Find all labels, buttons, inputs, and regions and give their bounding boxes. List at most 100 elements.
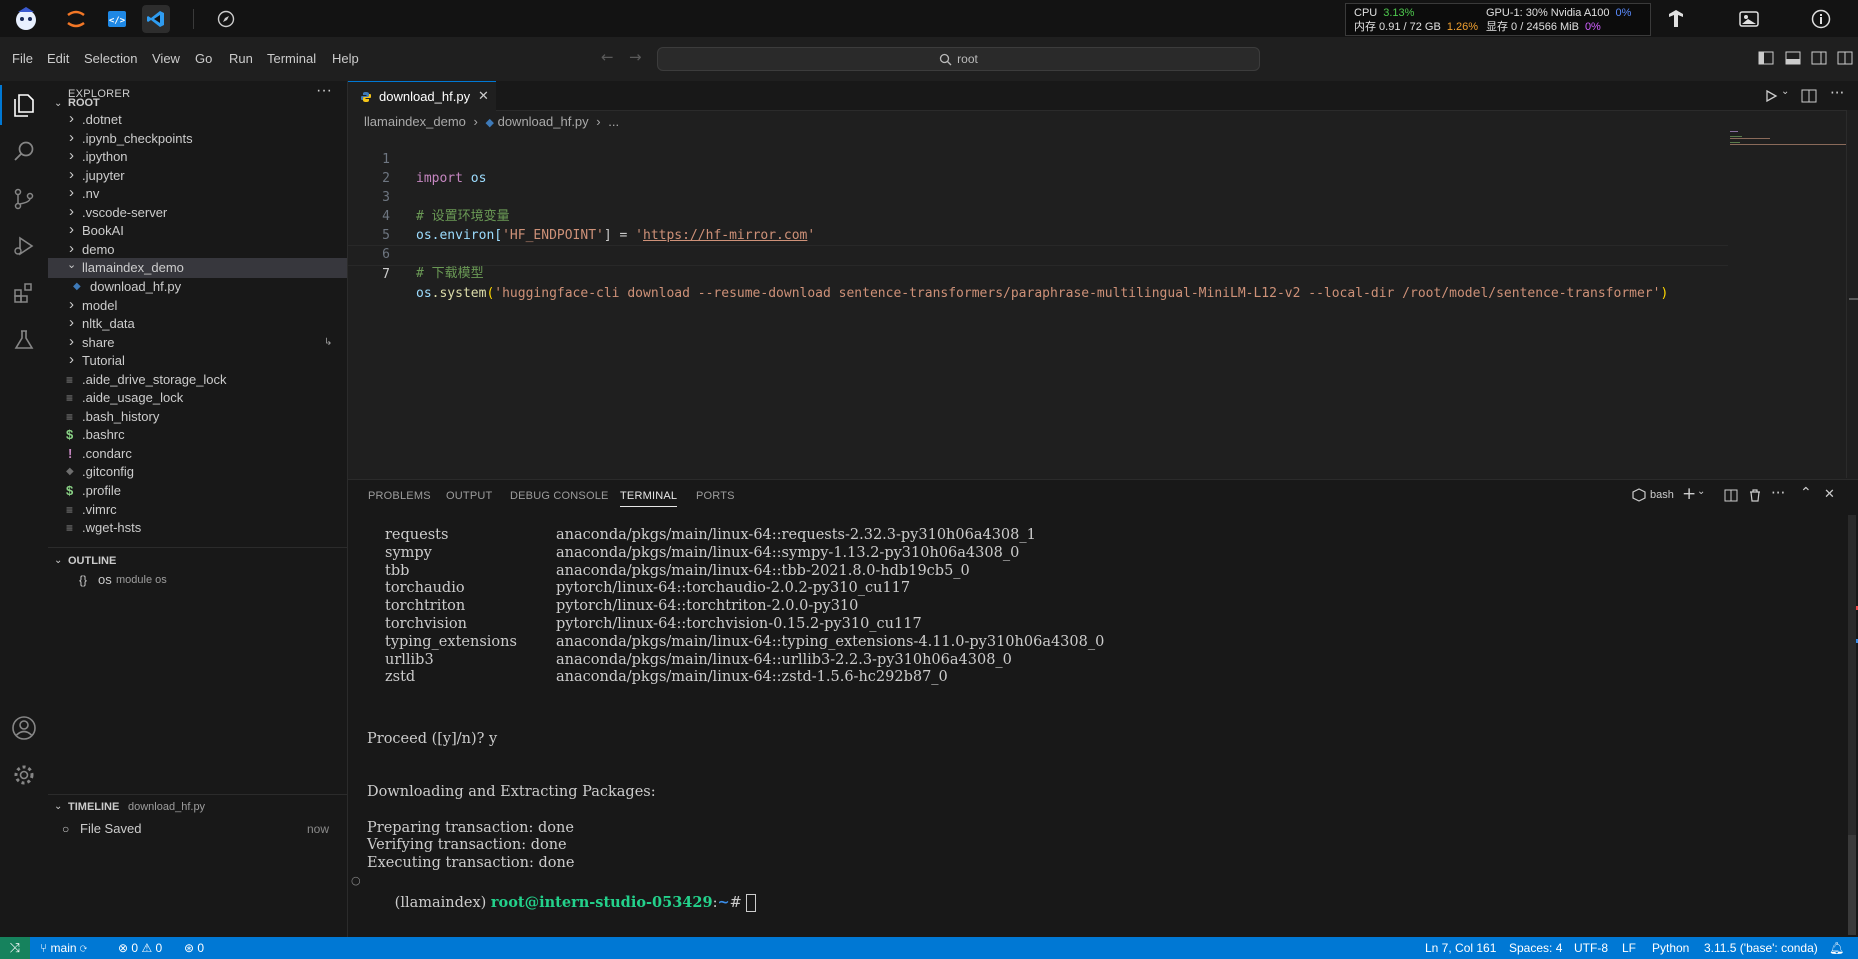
split-editor-icon[interactable] [1801, 89, 1817, 103]
chevron-right-icon: › [69, 128, 74, 146]
language-mode[interactable]: Python [1652, 941, 1689, 955]
ports-status[interactable]: ⊛ 0 [184, 941, 204, 955]
new-terminal-plus-icon[interactable]: + [1682, 484, 1696, 504]
toggle-panel-icon[interactable] [1785, 51, 1801, 65]
tree-item[interactable]: › demo [48, 240, 347, 260]
nav-forward-icon[interactable]: → [629, 48, 642, 66]
split-terminal-icon[interactable] [1724, 489, 1738, 502]
indentation[interactable]: Spaces: 4 [1509, 941, 1562, 955]
tree-item[interactable]: ◆ download_hf.py [48, 277, 347, 297]
terminal-scrollbar[interactable] [1846, 510, 1858, 938]
info-icon[interactable] [1807, 5, 1835, 33]
image-settings-icon[interactable] [1735, 5, 1763, 33]
toggle-primary-sidebar-icon[interactable] [1758, 51, 1774, 65]
outline-item-os[interactable]: {} os module os [48, 569, 347, 591]
trash-icon[interactable] [1749, 489, 1761, 502]
minimap[interactable] [1730, 131, 1846, 161]
remote-indicator-icon[interactable]: ⤨ [0, 937, 30, 959]
source-control-icon[interactable] [10, 185, 38, 213]
maximize-panel-chevron-up-icon[interactable]: ⌃ [1800, 485, 1812, 501]
tab-ports[interactable]: PORTS [696, 490, 735, 502]
menu-help[interactable]: Help [332, 51, 359, 66]
tree-item[interactable]: $ .bashrc [48, 425, 347, 445]
tree-item[interactable]: › .dotnet [48, 110, 347, 130]
tree-item[interactable]: › share ↳ [48, 333, 347, 353]
terminal-output[interactable]: requests anaconda/pkgs/main/linux-64::req… [348, 525, 1848, 938]
tab-output[interactable]: OUTPUT [446, 490, 492, 502]
terminal-line: Proceed ([y]/n)? y [367, 731, 498, 747]
tree-item[interactable]: ≡ .vimrc [48, 500, 347, 520]
tree-item[interactable]: › BookAI [48, 221, 347, 241]
explorer-icon[interactable] [10, 91, 38, 119]
compass-icon[interactable] [212, 5, 240, 33]
tensorflow-icon[interactable] [1662, 5, 1690, 33]
mascot-logo-icon[interactable] [12, 5, 40, 33]
jupyter-icon[interactable] [62, 5, 90, 33]
code-link[interactable]: https://hf-mirror.com [643, 228, 807, 243]
search-icon[interactable] [10, 138, 38, 166]
settings-gear-icon[interactable] [10, 761, 38, 789]
notifications-bell-icon[interactable]: 🔔︎ [1829, 941, 1844, 955]
tab-problems[interactable]: PROBLEMS [368, 490, 431, 502]
tree-item[interactable]: ≡ .aide_drive_storage_lock [48, 370, 347, 390]
code-editor-icon[interactable]: </> [103, 5, 131, 33]
menu-terminal[interactable]: Terminal [267, 51, 316, 66]
menu-edit[interactable]: Edit [47, 51, 69, 66]
timeline-entry[interactable]: ○ File Saved now [48, 818, 347, 840]
tree-item[interactable]: $ .profile [48, 481, 347, 501]
extensions-icon[interactable] [10, 279, 38, 307]
tree-item[interactable]: › nltk_data [48, 314, 347, 334]
chevron-right-icon: › [69, 295, 74, 313]
customize-layout-icon[interactable] [1837, 51, 1853, 65]
menu-run[interactable]: Run [229, 51, 253, 66]
tree-item[interactable]: › model [48, 296, 347, 316]
toggle-secondary-sidebar-icon[interactable] [1811, 51, 1827, 65]
encoding[interactable]: UTF-8 [1574, 941, 1608, 955]
accounts-icon[interactable] [10, 714, 38, 742]
close-panel-icon[interactable]: ✕ [1824, 487, 1835, 502]
tree-item[interactable]: › .ipython [48, 147, 347, 167]
tree-item-label: .ipython [82, 149, 128, 165]
tab-download-hf-py[interactable]: download_hf.py ✕ [348, 81, 496, 112]
tab-terminal[interactable]: TERMINAL [620, 490, 678, 507]
code-editor[interactable]: 1 import os 2 3 # 设置环境变量 4 os.environ['H… [348, 131, 1728, 301]
close-tab-icon[interactable]: ✕ [478, 88, 489, 104]
menu-go[interactable]: Go [195, 51, 212, 66]
more-actions-icon[interactable]: ··· [1771, 484, 1785, 502]
timeline-header[interactable]: ⌄ TIMELINE download_hf.py [48, 796, 347, 818]
branch-status[interactable]: ⑂ main ⟳ [40, 941, 87, 955]
tree-item[interactable]: ≡ .wget-hsts [48, 518, 347, 538]
menu-selection[interactable]: Selection [84, 51, 137, 66]
breadcrumb-file[interactable]: download_hf.py [498, 114, 589, 129]
editor-scrollbar[interactable] [1846, 110, 1858, 478]
tree-item[interactable]: ≡ .aide_usage_lock [48, 388, 347, 408]
shell-label[interactable]: bash [1650, 489, 1674, 501]
tree-item[interactable]: ◆ .gitconfig [48, 462, 347, 482]
testing-flask-icon[interactable] [10, 326, 38, 354]
chevron-down-icon[interactable]: ⌄ [1781, 86, 1789, 97]
python-interpreter[interactable]: 3.11.5 ('base': conda) [1704, 941, 1818, 955]
chevron-down-icon[interactable]: ⌄ [1697, 486, 1705, 497]
vscode-icon[interactable] [142, 5, 170, 33]
tree-item[interactable]: › .ipynb_checkpoints [48, 129, 347, 149]
run-file-icon[interactable] [1764, 89, 1778, 103]
tree-item[interactable]: › .jupyter [48, 166, 347, 186]
command-center-search[interactable]: root [657, 47, 1260, 71]
tree-item[interactable]: ≡ .bash_history [48, 407, 347, 427]
tree-item[interactable]: › .vscode-server [48, 203, 347, 223]
more-actions-icon[interactable]: ··· [1830, 84, 1844, 102]
tree-item[interactable]: › Tutorial [48, 351, 347, 371]
breadcrumb-folder[interactable]: llamaindex_demo [364, 114, 466, 129]
breadcrumb-symbol[interactable]: ... [608, 114, 619, 129]
tree-item[interactable]: › .nv [48, 184, 347, 204]
menu-file[interactable]: File [12, 51, 33, 66]
run-debug-icon[interactable] [10, 232, 38, 260]
tab-debug-console[interactable]: DEBUG CONSOLE [510, 490, 609, 502]
cursor-position[interactable]: Ln 7, Col 161 [1425, 941, 1496, 955]
tree-item[interactable]: ! .condarc [48, 444, 347, 464]
end-of-line[interactable]: LF [1622, 941, 1636, 955]
menu-view[interactable]: View [152, 51, 180, 66]
tree-item[interactable]: ⌄ llamaindex_demo [48, 258, 347, 279]
problems-status[interactable]: ⊗ 0 ⚠ 0 [118, 941, 162, 955]
nav-back-icon[interactable]: ← [601, 48, 614, 66]
